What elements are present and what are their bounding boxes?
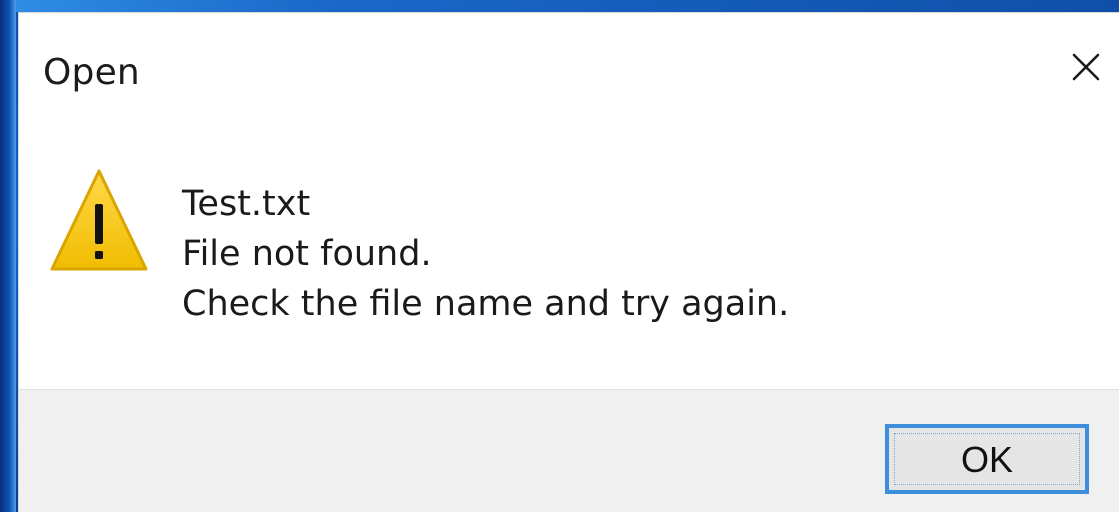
dialog-titlebar: Open <box>19 13 1119 127</box>
retry-instruction-text: Check the file name and try again. <box>182 284 790 324</box>
ok-button-label: OK <box>960 439 1013 480</box>
ok-button[interactable]: OK <box>885 424 1089 494</box>
error-message: Test.txt File not found. Check the file … <box>182 179 1062 329</box>
file-not-found-text: File not found. <box>182 234 432 274</box>
desktop-background-top <box>0 0 1119 12</box>
dialog-content: Test.txt File not found. Check the file … <box>19 127 1119 389</box>
open-error-dialog: Open Test.txt File not found. Check the … <box>18 12 1119 512</box>
file-name-text: Test.txt <box>182 184 311 224</box>
close-button[interactable] <box>1058 39 1114 95</box>
close-icon <box>1072 53 1100 81</box>
desktop-background-left <box>0 0 16 512</box>
dialog-title: Open <box>43 52 140 93</box>
warning-icon <box>50 169 148 271</box>
dialog-footer: OK <box>19 389 1119 512</box>
